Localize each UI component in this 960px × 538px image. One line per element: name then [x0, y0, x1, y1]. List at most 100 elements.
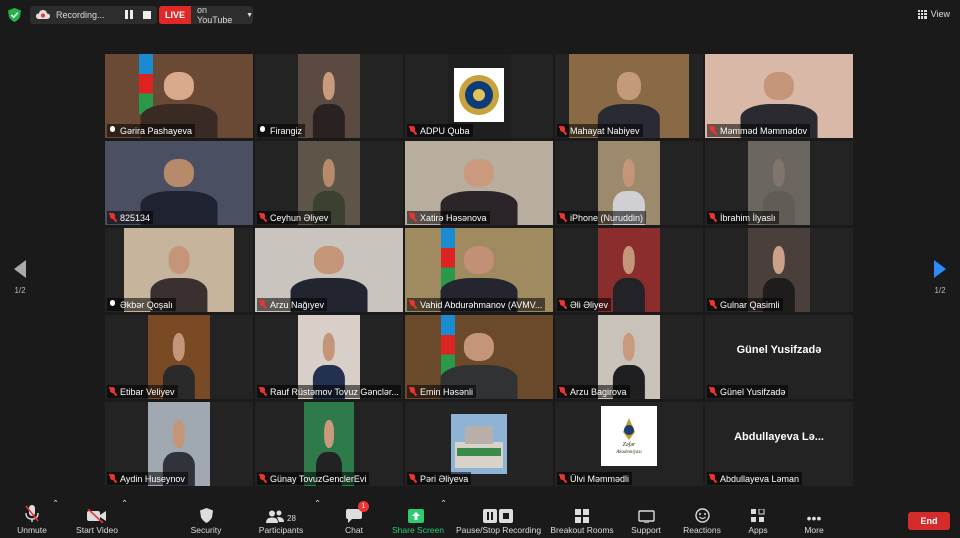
microphone-muted-icon [708, 473, 717, 484]
microphone-muted-icon [708, 212, 717, 223]
participant-nameplate: Günay TovuzGenclerEvi [257, 472, 370, 485]
chat-button[interactable]: 1 Chat [338, 498, 370, 538]
share-options-chevron-icon[interactable]: ⌃ [440, 498, 447, 538]
security-label: Security [190, 525, 222, 535]
pause-stop-recording-button[interactable]: Pause/Stop Recording [456, 498, 541, 538]
more-label: More [804, 525, 824, 535]
page-indicator-right: 1/2 [934, 286, 946, 295]
breakout-rooms-button[interactable]: Breakout Rooms [550, 498, 614, 538]
participant-tile[interactable]: Gulnar Qasimli [705, 228, 853, 312]
participant-nameplate: İbrahim İlyaslı [707, 211, 779, 224]
participant-name: Rauf Rüstəmov Tovuz Gənclər... [270, 386, 399, 397]
microphone-muted-icon [708, 125, 717, 136]
participant-nameplate: Məmməd Məmmədov [707, 124, 811, 137]
previous-page-button[interactable]: 1/2 [10, 260, 30, 295]
security-button[interactable]: Security [188, 498, 224, 538]
participant-name: İbrahim İlyaslı [720, 212, 776, 223]
participant-tile[interactable]: ADPU Quba [405, 54, 553, 138]
unmute-button[interactable]: Unmute [14, 498, 50, 538]
participant-tile[interactable]: Günel Yusifzadə Günel Yusifzadə [705, 315, 853, 399]
participant-tile[interactable]: Arzu Bagirova [555, 315, 703, 399]
participant-tile[interactable]: Abdullayeva Lə... Abdullayeva Ləman [705, 402, 853, 486]
view-button[interactable]: View [917, 9, 950, 19]
participant-nameplate: Əkbər Qoşalı [107, 298, 176, 311]
start-video-button[interactable]: Start Video [74, 498, 120, 538]
participant-nameplate: ADPU Quba [407, 124, 473, 137]
participant-nameplate: Aydin Huseynov [107, 472, 188, 485]
participant-tile[interactable]: Vahid Abdurəhmanov (AVMV... [405, 228, 553, 312]
participant-name: ADPU Quba [420, 125, 470, 136]
more-button[interactable]: ••• More [800, 498, 828, 538]
reactions-button[interactable]: Reactions [682, 498, 722, 538]
participant-name: iPhone (Nuruddin) [570, 212, 644, 223]
microphone-muted-icon [558, 473, 567, 484]
participant-tile[interactable]: Günay TovuzGenclerEvi [255, 402, 403, 486]
participant-nameplate: Əli Əliyev [557, 298, 612, 311]
participant-nameplate: Vahid Abdurəhmanov (AVMV... [407, 298, 546, 311]
participant-tile[interactable]: Aydin Huseynov [105, 402, 253, 486]
participant-name: Gərira Pashayeva [120, 125, 193, 136]
microphone-muted-icon [108, 212, 117, 223]
chat-unread-badge: 1 [358, 501, 369, 512]
microphone-muted-icon [558, 299, 567, 310]
shield-icon[interactable] [8, 8, 21, 22]
participant-tile[interactable]: Gərira Pashayeva [105, 54, 253, 138]
participant-video [298, 54, 360, 138]
stream-target: on YouTube [197, 5, 233, 25]
participant-tile[interactable]: İbrahim İlyaslı [705, 141, 853, 225]
microphone-muted-icon [408, 386, 417, 397]
participant-tile[interactable]: Əli Əliyev [555, 228, 703, 312]
stop-recording-icon[interactable] [143, 11, 151, 19]
participants-options-chevron-icon[interactable]: ⌃ [314, 498, 321, 538]
arrow-right-icon[interactable] [934, 260, 946, 278]
security-shield-icon [199, 508, 213, 523]
apps-button[interactable]: Apps [744, 498, 772, 538]
participant-tile[interactable]: 825134 [105, 141, 253, 225]
video-options-chevron-icon[interactable]: ⌃ [121, 498, 128, 538]
more-dots-icon: ••• [806, 510, 822, 526]
apps-icon [751, 509, 765, 522]
participant-tile[interactable]: Etibar Veliyev [105, 315, 253, 399]
participant-tile[interactable]: Arzu Nağıyev [255, 228, 403, 312]
microphone-muted-icon [558, 212, 567, 223]
participant-tile[interactable]: Ceyhun Əliyev [255, 141, 403, 225]
participant-nameplate: Gərira Pashayeva [107, 124, 196, 137]
breakout-rooms-label: Breakout Rooms [550, 525, 614, 535]
unmute-options-chevron-icon[interactable]: ⌃ [52, 498, 59, 538]
chevron-down-icon[interactable]: ▼ [246, 12, 253, 19]
logo-subtext: Akademiyası [616, 450, 642, 455]
arrow-left-icon[interactable] [14, 260, 26, 278]
participant-tile[interactable]: Məmməd Məmmədov [705, 54, 853, 138]
participant-tile[interactable]: Zəfər Akademiyası Ülvi Məmmədli [555, 402, 703, 486]
zafar-academy-logo-icon [601, 410, 657, 466]
participants-button[interactable]: 28 Participants [256, 498, 306, 538]
microphone-muted-icon [258, 386, 267, 397]
share-screen-button[interactable]: Share Screen [392, 498, 444, 538]
participant-tile[interactable]: Xatirə Həsənova [405, 141, 553, 225]
participant-tile[interactable]: iPhone (Nuruddin) [555, 141, 703, 225]
participant-nameplate: Mahayat Nabiyev [557, 124, 643, 137]
participant-tile[interactable]: Əkbər Qoşalı [105, 228, 253, 312]
participants-label: Participants [258, 525, 304, 535]
participant-tile[interactable]: Pəri Əliyeva [405, 402, 553, 486]
microphone-icon [109, 300, 116, 309]
participant-tile[interactable]: Rauf Rüstəmov Tovuz Gənclər... [255, 315, 403, 399]
end-meeting-button[interactable]: End [908, 512, 950, 530]
participant-name: Məmməd Məmmədov [720, 125, 808, 136]
unmute-label: Unmute [17, 525, 47, 535]
participant-tile[interactable]: Firangiz [255, 54, 403, 138]
video-off-icon [87, 509, 106, 523]
participant-name: Arzu Bagirova [570, 386, 627, 397]
next-page-button[interactable]: 1/2 [930, 260, 950, 295]
microphone-muted-icon [708, 299, 717, 310]
share-screen-icon [408, 509, 424, 523]
gallery-view: Gərira Pashayeva Firangiz ADPU Quba Mahayat… [105, 54, 855, 486]
live-stream-indicator[interactable]: LIVE on YouTube ▼ [159, 5, 253, 25]
participant-tile[interactable]: Emin Həsənli [405, 315, 553, 399]
support-button[interactable]: Support [628, 498, 664, 538]
participant-name: Xatirə Həsənova [420, 212, 487, 223]
microphone-muted-icon [258, 299, 267, 310]
pause-recording-icon[interactable] [125, 10, 135, 20]
participants-icon [266, 510, 285, 523]
participant-tile[interactable]: Mahayat Nabiyev [555, 54, 703, 138]
